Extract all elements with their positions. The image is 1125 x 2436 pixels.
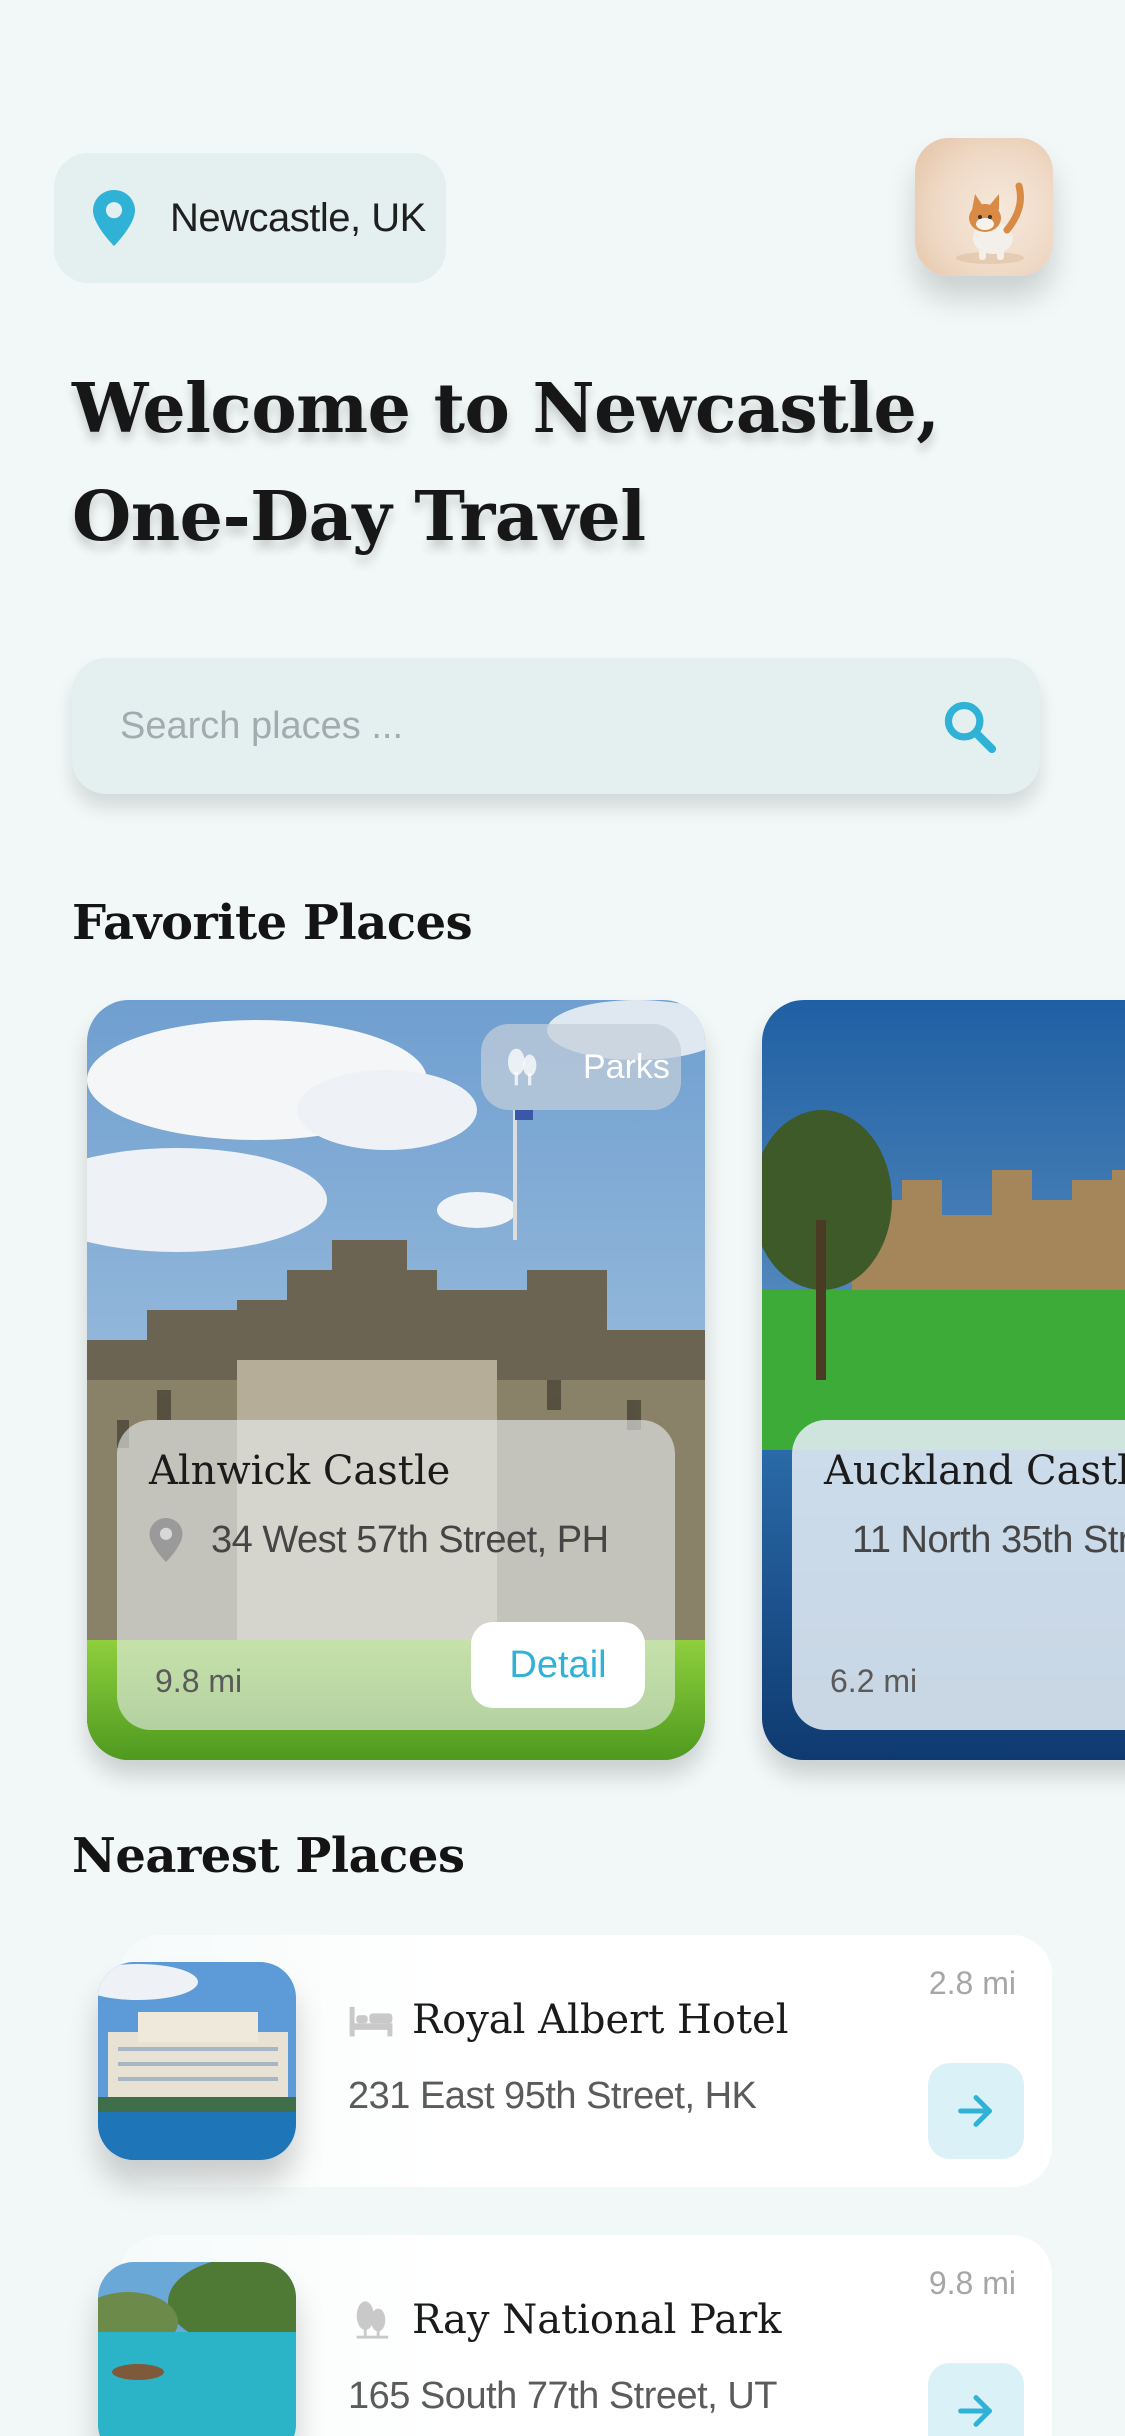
category-badge: Parks — [481, 1024, 681, 1110]
item-name: Royal Albert Hotel — [412, 1997, 789, 2043]
place-info-panel: Alnwick Castle 34 West 57th Street, PH 9… — [117, 1420, 675, 1730]
search-input[interactable] — [120, 704, 940, 748]
place-info-panel: Auckland Castle 11 North 35th Street 6.2… — [792, 1420, 1125, 1730]
place-name: Auckland Castle — [824, 1448, 1125, 1494]
hotel-thumbnail — [98, 1962, 296, 2160]
avatar[interactable] — [915, 138, 1053, 276]
kitten-avatar-image — [956, 182, 1024, 264]
place-distance: 9.8 mi — [155, 1663, 243, 1699]
location-pin-icon — [149, 1518, 183, 1562]
park-thumbnail — [98, 2262, 296, 2436]
trees-icon — [356, 2301, 389, 2339]
nearest-title: Nearest Places — [72, 1828, 465, 1884]
item-distance: 9.8 mi — [928, 2265, 1016, 2301]
go-button[interactable] — [928, 2063, 1024, 2159]
category-label: Parks — [583, 1047, 670, 1086]
favorite-card[interactable]: Parks Alnwick Castle 34 West 57th Street… — [87, 1000, 705, 1760]
bed-icon — [349, 2006, 393, 2037]
go-button[interactable] — [928, 2363, 1024, 2436]
favorites-title: Favorite Places — [72, 895, 473, 951]
favorite-card[interactable]: Auckland Castle 11 North 35th Street 6.2… — [762, 1000, 1125, 1760]
item-address: 231 East 95th Street, HK — [348, 2075, 757, 2117]
location-pin-icon — [93, 190, 135, 246]
detail-button[interactable]: Detail — [471, 1622, 645, 1708]
welcome-line-1: Welcome to Newcastle, — [72, 369, 940, 449]
item-distance: 2.8 mi — [928, 1965, 1016, 2001]
welcome-heading: Welcome to Newcastle, One-Day Travel — [72, 355, 1072, 571]
item-name: Ray National Park — [412, 2297, 782, 2343]
place-address: 11 North 35th Street — [852, 1518, 1125, 1561]
trees-icon — [508, 1048, 537, 1086]
search-bar — [72, 658, 1040, 794]
arrow-right-icon — [958, 2395, 992, 2427]
arrow-right-icon — [958, 2095, 992, 2127]
welcome-line-2: One-Day Travel — [72, 477, 646, 557]
place-address: 34 West 57th Street, PH — [211, 1518, 609, 1561]
place-name: Alnwick Castle — [149, 1448, 451, 1494]
location-label: Newcastle, UK — [170, 195, 426, 240]
place-distance: 6.2 mi — [830, 1663, 918, 1699]
location-selector[interactable]: Newcastle, UK — [54, 153, 446, 283]
search-icon[interactable] — [940, 697, 998, 755]
item-address: 165 South 77th Street, UT — [348, 2375, 778, 2417]
